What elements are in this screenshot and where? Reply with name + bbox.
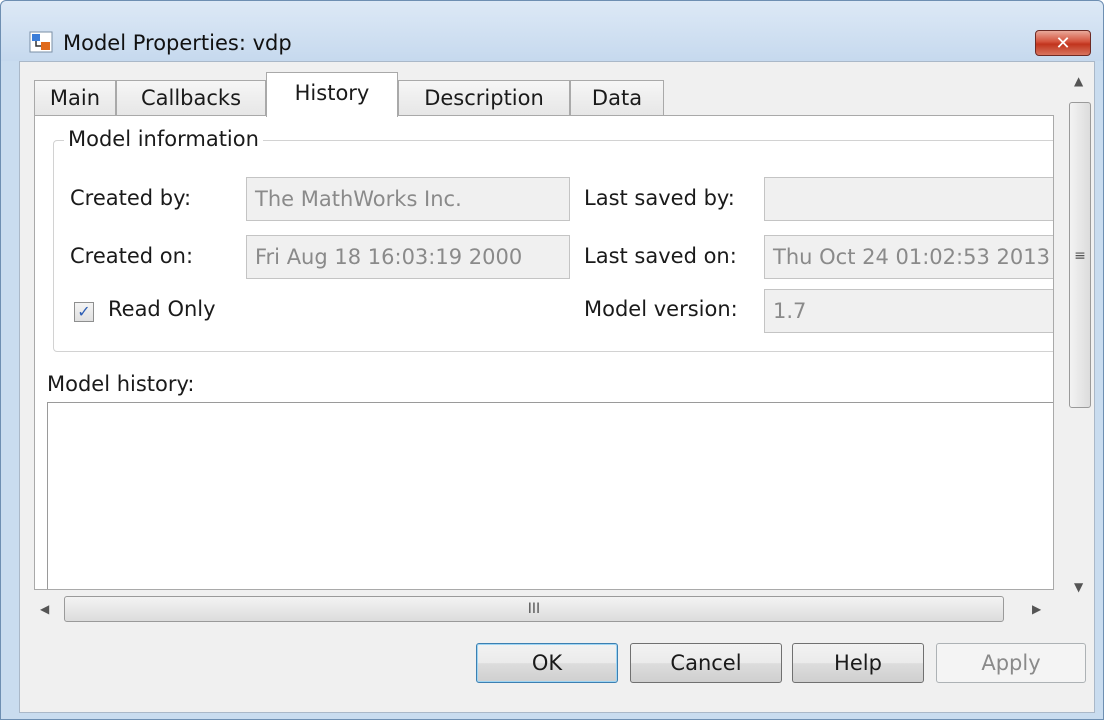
last-saved-by-label: Last saved by: [584, 186, 735, 210]
created-on-field[interactable]: Fri Aug 18 16:03:19 2000 [246, 235, 570, 279]
cancel-button[interactable]: Cancel [630, 643, 782, 683]
tab-data[interactable]: Data [570, 80, 664, 116]
dialog-body: Main Callbacks History Description Data … [19, 61, 1095, 713]
horizontal-scroll-thumb[interactable]: III [64, 596, 1004, 622]
close-icon: ✕ [1055, 33, 1071, 54]
tab-main[interactable]: Main [34, 80, 116, 116]
help-button[interactable]: Help [792, 643, 924, 683]
model-version-label: Model version: [584, 297, 738, 321]
last-saved-on-field[interactable]: Thu Oct 24 01:02:53 2013 [764, 235, 1053, 279]
dialog-window: Model Properties: vdp ✕ Main Callbacks H… [0, 0, 1104, 720]
vertical-scrollbar[interactable]: ▲ ≡ ▼ [1054, 62, 1094, 594]
apply-button[interactable]: Apply [936, 643, 1086, 683]
model-history-textarea[interactable] [47, 402, 1053, 589]
horizontal-scrollbar[interactable]: ◀ III ▶ [34, 594, 1052, 624]
read-only-label[interactable]: Read Only [108, 297, 216, 321]
created-by-field[interactable]: The MathWorks Inc. [246, 177, 570, 221]
model-information-legend: Model information [64, 127, 263, 151]
ok-button[interactable]: OK [476, 643, 618, 683]
last-saved-on-label: Last saved on: [584, 244, 737, 268]
read-only-checkbox[interactable]: ✓ [74, 302, 94, 322]
close-button[interactable]: ✕ [1035, 30, 1091, 56]
history-tab-panel: Model information Created by: The MathWo… [34, 115, 1054, 590]
window-title: Model Properties: vdp [63, 31, 292, 55]
tab-bar: Main Callbacks History Description Data [34, 72, 1074, 117]
title-bar[interactable]: Model Properties: vdp ✕ [1, 1, 1103, 61]
grip-icon: ≡ [1074, 248, 1086, 264]
scroll-up-icon[interactable]: ▲ [1074, 74, 1083, 88]
tab-callbacks[interactable]: Callbacks [116, 80, 266, 116]
created-by-label: Created by: [70, 186, 192, 210]
last-saved-by-field[interactable] [764, 177, 1053, 221]
model-history-label: Model history: [47, 372, 195, 396]
grip-icon: III [527, 601, 541, 617]
created-on-label: Created on: [70, 244, 194, 268]
check-icon: ✓ [77, 302, 91, 321]
tab-history[interactable]: History [266, 72, 398, 117]
simulink-model-icon [29, 31, 53, 53]
scroll-right-icon[interactable]: ▶ [1032, 602, 1041, 616]
tab-description[interactable]: Description [398, 80, 570, 116]
model-information-group: Model information Created by: The MathWo… [53, 127, 1053, 352]
vertical-scroll-thumb[interactable]: ≡ [1069, 102, 1091, 408]
scroll-down-icon[interactable]: ▼ [1074, 580, 1083, 594]
model-version-field[interactable]: 1.7 [764, 289, 1053, 333]
scroll-left-icon[interactable]: ◀ [40, 602, 49, 616]
